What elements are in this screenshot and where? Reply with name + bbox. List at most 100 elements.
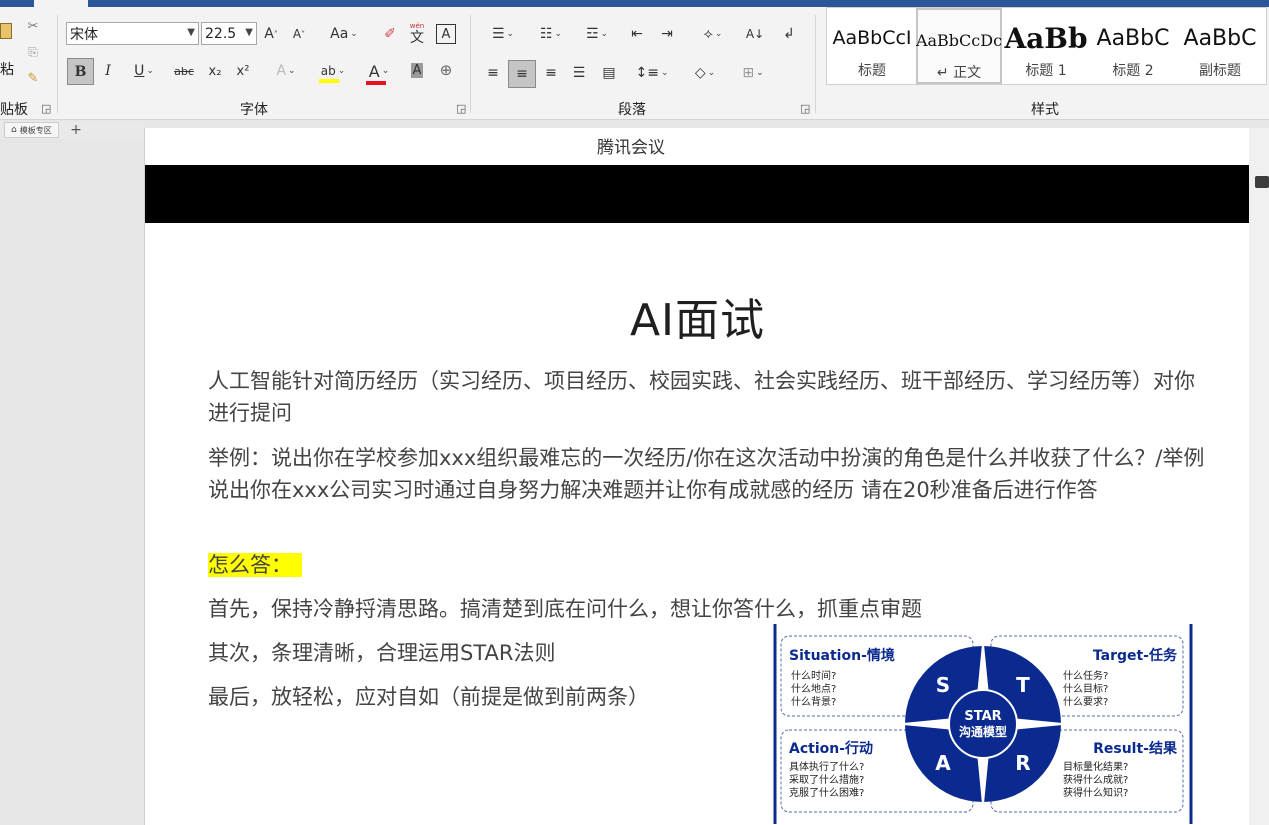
situation-line: 什么背景? [791, 695, 836, 708]
enclose-characters-icon[interactable]: ⊕ [436, 60, 456, 80]
result-title: Result-结果 [1093, 740, 1178, 757]
paste-button[interactable]: 粘 [0, 19, 16, 78]
chinese-layout-button[interactable]: ⟡ ⌄ [692, 24, 734, 44]
style-heading-2[interactable]: AaBbC 标题 2 [1090, 8, 1176, 84]
comment-icon[interactable] [1255, 171, 1269, 188]
highlight-color-button[interactable]: ab ⌄ [312, 58, 354, 84]
format-painter-icon[interactable]: ✎ [24, 69, 42, 87]
copy-icon[interactable]: ⎘ [24, 43, 42, 61]
strikethrough-icon: abc [174, 64, 194, 78]
align-left-icon[interactable]: ≡ [482, 62, 504, 84]
style-name: 标题 2 [1112, 63, 1154, 79]
style-name: 副标题 [1199, 63, 1241, 79]
style-sample: AaBbC [1183, 25, 1257, 51]
change-case-icon: Aa [330, 26, 349, 42]
shading-button[interactable]: ◇ ⌄ [684, 62, 726, 84]
action-line: 采取了什么措施? [789, 773, 864, 786]
right-side-panel [1249, 128, 1269, 825]
font-name-select[interactable]: 宋体 ▼ [66, 22, 199, 45]
font-size-select[interactable]: 22.5 ▼ [201, 22, 257, 45]
subscript-icon: x₂ [208, 63, 222, 79]
style-title[interactable]: AaBbCcI 标题 [829, 8, 915, 84]
italic-icon: I [105, 63, 111, 79]
clipboard-launcher-icon[interactable]: ◲ [41, 102, 51, 115]
document-tab-strip: ⌂ 模板专区 + [0, 121, 144, 139]
style-name: 标题 [858, 63, 886, 79]
grow-font-button[interactable]: A ˄ [261, 24, 281, 44]
paste-label: 粘 [0, 62, 14, 78]
add-tab-button[interactable]: + [68, 121, 84, 138]
bullets-button[interactable]: ☰ ⌄ [482, 24, 524, 44]
style-subtitle[interactable]: AaBbC 副标题 [1177, 8, 1263, 84]
phonetic-guide-button[interactable]: wén 文 [406, 21, 428, 47]
show-marks-icon[interactable]: ↲ [778, 24, 800, 44]
superscript-button[interactable]: x² [232, 60, 254, 82]
situation-line: 什么时间? [791, 669, 836, 682]
change-case-button[interactable]: Aa ⌄ [326, 24, 362, 44]
active-tab-indicator [34, 0, 88, 7]
multilevel-list-button[interactable]: ☲ ⌄ [576, 24, 618, 44]
font-color-label: A [368, 61, 380, 81]
style-sample: AaBbC [1096, 25, 1170, 51]
underline-button[interactable]: U ⌄ [126, 60, 162, 82]
star-letter-s: S [936, 673, 950, 697]
grow-font-icon: A [264, 26, 274, 42]
clipboard-group-label: 贴板 [0, 102, 28, 118]
italic-button[interactable]: I [98, 60, 118, 82]
font-size-value: 22.5 [205, 25, 237, 42]
line-spacing-button[interactable]: ↕≡ ⌄ [632, 62, 672, 84]
paragraph-intro: 人工智能针对简历经历（实习经历、项目经历、校园实践、社会实践经历、班干部经历、学… [208, 369, 1195, 425]
subscript-button[interactable]: x₂ [204, 60, 226, 82]
numbering-button[interactable]: ☷ ⌄ [530, 24, 572, 44]
separator [57, 15, 58, 113]
align-center-icon[interactable]: ≡ [508, 60, 536, 88]
shrink-font-icon: A [292, 27, 302, 41]
result-line: 目标量化结果? [1063, 760, 1128, 773]
meeting-header-text: 腾讯会议 [597, 138, 665, 158]
font-color-button[interactable]: A ⌄ [358, 58, 400, 85]
result-line: 获得什么成就? [1063, 773, 1128, 786]
character-border-icon[interactable]: A [436, 24, 456, 44]
target-line: 什么目标? [1063, 683, 1108, 695]
title-bar-strip [0, 0, 1269, 7]
paragraph-how-to-answer: 怎么答： [208, 549, 1208, 581]
chevron-down-icon: ▼ [187, 27, 195, 38]
font-launcher-icon[interactable]: ◲ [456, 102, 466, 115]
bold-button[interactable]: B [67, 58, 94, 85]
template-tab[interactable]: ⌂ 模板专区 [4, 122, 59, 138]
action-title: Action-行动 [789, 740, 873, 757]
shared-screen-bar [145, 165, 1250, 223]
star-model-diagram: STAR 沟通模型 S T A R Situation-情境 什么时间? 什么地… [773, 624, 1193, 824]
template-tab-label: 模板专区 [19, 125, 52, 135]
font-name-value: 宋体 [70, 26, 98, 43]
justify-icon[interactable]: ☰ [568, 62, 590, 84]
separator [815, 15, 816, 113]
star-letter-t: T [1016, 673, 1030, 697]
strikethrough-button[interactable]: abc [172, 60, 196, 82]
align-right-icon[interactable]: ≡ [540, 62, 562, 84]
style-normal[interactable]: AaBbCcDc ↵ 正文 [916, 8, 1002, 84]
bold-icon: B [74, 63, 87, 80]
text-effects-button[interactable]: A ⌄ [268, 60, 304, 82]
distributed-icon[interactable]: ▤ [598, 62, 620, 84]
character-shading-icon[interactable]: A [407, 60, 427, 80]
result-line: 获得什么知识? [1063, 786, 1128, 799]
chevron-down-icon: ▼ [245, 27, 253, 38]
increase-indent-icon[interactable]: ⇥ [656, 24, 678, 44]
font-group-label: 字体 [240, 102, 268, 118]
highlight-icon: ab [318, 64, 339, 83]
phonetic-bottom-text: 文 [410, 30, 424, 46]
shrink-font-button[interactable]: A ˅ [289, 24, 309, 44]
star-letter-r: R [1015, 751, 1030, 775]
sort-icon[interactable]: A↓ [744, 24, 766, 44]
paragraph-launcher-icon[interactable]: ◲ [800, 102, 810, 115]
decrease-indent-icon[interactable]: ⇤ [626, 24, 648, 44]
phonetic-top-text: wén [409, 22, 425, 30]
clear-format-icon[interactable]: ✐ [380, 24, 400, 44]
cut-icon[interactable]: ✂ [24, 17, 42, 35]
borders-button[interactable]: ⊞ ⌄ [732, 62, 774, 84]
document-page[interactable]: 腾讯会议 AI面试 人工智能针对简历经历（实习经历、项目经历、校园实践、社会实践… [144, 128, 1250, 825]
style-heading-1[interactable]: AaBb 标题 1 [1003, 8, 1089, 84]
home-icon: ⌂ [11, 125, 17, 135]
star-center-top: STAR [964, 709, 1001, 724]
